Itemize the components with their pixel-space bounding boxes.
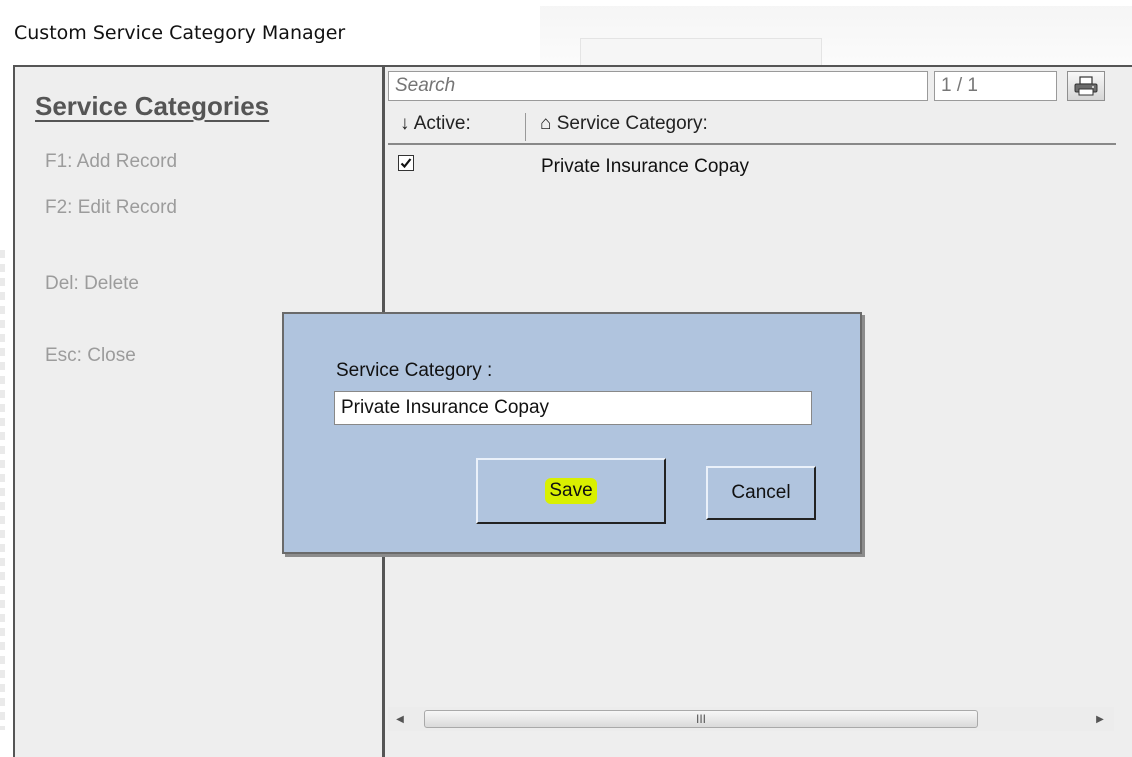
save-button[interactable]: Save	[476, 458, 666, 524]
scroll-grip: III	[695, 712, 706, 726]
search-input[interactable]	[388, 71, 928, 101]
shortcut-edit-record[interactable]: F2: Edit Record	[45, 197, 177, 219]
grid-header: ↓ Active: ⌂ Service Category:	[388, 111, 1116, 145]
horizontal-scrollbar[interactable]: ◀ III ▶	[388, 707, 1114, 731]
column-separator	[525, 113, 526, 141]
printer-icon	[1074, 76, 1098, 96]
shortcut-add-record[interactable]: F1: Add Record	[45, 151, 177, 173]
window-title: Custom Service Category Manager	[14, 22, 346, 44]
column-header-service-category[interactable]: ⌂ Service Category:	[540, 113, 708, 135]
scroll-thumb[interactable]: III	[424, 710, 978, 728]
shortcut-close[interactable]: Esc: Close	[45, 345, 136, 367]
service-category-cell: Private Insurance Copay	[541, 156, 750, 177]
scroll-right-arrow-icon[interactable]: ▶	[1092, 710, 1108, 728]
column-header-active[interactable]: ↓ Active:	[400, 113, 471, 135]
scroll-left-arrow-icon[interactable]: ◀	[392, 710, 408, 728]
table-row[interactable]: Private Insurance Copay	[388, 153, 1116, 183]
save-button-label: Save	[545, 478, 597, 504]
page-indicator: 1 / 1	[934, 71, 1057, 101]
window-edge-artifact	[0, 250, 5, 730]
sidebar-title: Service Categories	[35, 91, 270, 121]
edit-category-dialog: Service Category : Save Cancel	[282, 312, 862, 554]
service-category-label: Service Category :	[336, 360, 493, 381]
shortcut-delete[interactable]: Del: Delete	[45, 273, 139, 295]
service-category-input[interactable]	[334, 391, 812, 425]
checkmark-icon	[400, 158, 412, 169]
print-button[interactable]	[1067, 71, 1105, 101]
cancel-button[interactable]: Cancel	[706, 466, 816, 520]
active-checkbox[interactable]	[398, 155, 414, 171]
